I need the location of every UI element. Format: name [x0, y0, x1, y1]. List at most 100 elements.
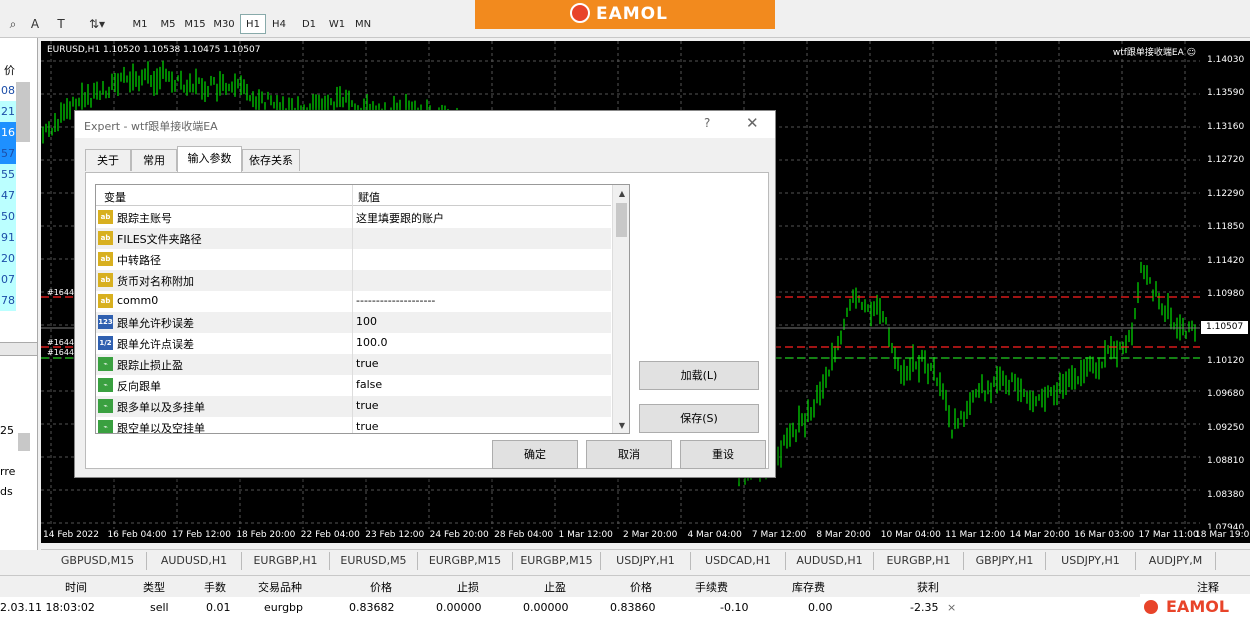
- market-watch-bid[interactable]: 07: [0, 269, 16, 290]
- param-row[interactable]: ab comm0 --------------------: [96, 291, 611, 312]
- col-symbol[interactable]: 交易品种: [258, 579, 302, 595]
- col-commission[interactable]: 手续费: [695, 579, 728, 595]
- reset-button[interactable]: 重设: [680, 440, 766, 469]
- param-value[interactable]: 这里填要跟的账户: [356, 210, 444, 226]
- order-label[interactable]: #1644: [47, 338, 74, 347]
- dialog-tab[interactable]: 关于: [85, 149, 131, 171]
- market-watch-bid[interactable]: 47: [0, 185, 16, 206]
- col-type[interactable]: 类型: [143, 579, 165, 595]
- param-row[interactable]: ab 跟踪主账号 这里填要跟的账户: [96, 207, 611, 228]
- timeframe-h4-button[interactable]: H4: [266, 14, 292, 34]
- dialog-titlebar[interactable]: Expert - wtf跟单接收端EA ? ✕: [75, 111, 775, 138]
- chart-tab[interactable]: USDJPY,H1: [1046, 552, 1136, 570]
- market-watch-bid[interactable]: 16: [0, 122, 16, 143]
- param-value[interactable]: 100.0: [356, 336, 388, 349]
- chart-tab[interactable]: EURGBP,M15: [513, 552, 601, 570]
- param-row[interactable]: ab FILES文件夹路径: [96, 228, 611, 249]
- table-row[interactable]: 2.03.11 18:03:02 sell 0.01 eurgbp 0.8368…: [0, 597, 1250, 619]
- navigator-item[interactable]: rre: [0, 461, 20, 482]
- time-tick: 4 Mar 04:00: [687, 530, 742, 540]
- ok-button[interactable]: 确定: [492, 440, 578, 469]
- col-current-price[interactable]: 价格: [630, 579, 652, 595]
- col-swap[interactable]: 库存费: [792, 579, 825, 595]
- grid-cell-divider: [352, 228, 353, 249]
- timeframe-w1-button[interactable]: W1: [324, 14, 350, 34]
- market-watch-bid[interactable]: 91: [0, 227, 16, 248]
- chart-tab[interactable]: USDJPY,H1: [601, 552, 691, 570]
- market-watch-scrollbar[interactable]: [16, 82, 30, 142]
- scroll-thumb[interactable]: [616, 203, 627, 237]
- save-button[interactable]: 保存(S): [639, 404, 759, 433]
- market-watch-bid[interactable]: 55: [0, 164, 16, 185]
- timeframe-mn-button[interactable]: MN: [350, 14, 376, 34]
- chart-tab[interactable]: AUDUSD,H1: [786, 552, 874, 570]
- grid-scrollbar[interactable]: ▲ ▼: [612, 185, 629, 433]
- col-sl[interactable]: 止损: [457, 579, 479, 595]
- market-watch-bid[interactable]: 20: [0, 248, 16, 269]
- chart-tab[interactable]: AUDUSD,H1: [147, 552, 242, 570]
- current-price-marker: 1.10507: [1201, 321, 1248, 334]
- param-row[interactable]: ⌁ 跟多单以及多挂单 true: [96, 396, 611, 417]
- timeframe-m5-button[interactable]: M5: [155, 14, 181, 34]
- chart-tab[interactable]: USDCAD,H1: [691, 552, 786, 570]
- timeframe-m15-button[interactable]: M15: [182, 14, 208, 34]
- col-time[interactable]: 时间: [65, 579, 87, 595]
- col-comment[interactable]: 注释: [1197, 579, 1219, 595]
- close-position-icon[interactable]: ×: [947, 601, 956, 614]
- load-button[interactable]: 加载(L): [639, 361, 759, 390]
- market-watch-bid[interactable]: 57: [0, 143, 16, 164]
- chart-tab[interactable]: EURGBP,H1: [874, 552, 964, 570]
- market-watch-bid[interactable]: 50: [0, 206, 16, 227]
- dialog-tab[interactable]: 输入参数: [177, 146, 242, 172]
- scroll-up-icon[interactable]: ▲: [614, 186, 629, 202]
- market-watch-bid[interactable]: 08: [0, 80, 16, 101]
- col-price[interactable]: 价格: [370, 579, 392, 595]
- chart-tab[interactable]: EURGBP,M15: [418, 552, 513, 570]
- param-value[interactable]: 100: [356, 315, 377, 328]
- param-row[interactable]: ⌁ 跟空单以及空挂单 true: [96, 417, 611, 433]
- order-label[interactable]: #1644: [47, 288, 74, 297]
- navigator-item[interactable]: 25: [0, 420, 20, 441]
- col-lots[interactable]: 手数: [204, 579, 226, 595]
- number-type-icon: 1/2: [98, 336, 113, 350]
- chart-tab[interactable]: EURGBP,H1: [242, 552, 330, 570]
- timeframe-m30-button[interactable]: M30: [211, 14, 237, 34]
- text-label-icon[interactable]: T: [52, 15, 70, 33]
- timeframe-m1-button[interactable]: M1: [127, 14, 153, 34]
- chart-tab[interactable]: GBPUSD,M15: [49, 552, 147, 570]
- search-icon[interactable]: ⌕: [4, 15, 22, 33]
- param-row[interactable]: ab 中转路径: [96, 249, 611, 270]
- timeframe-h1-button[interactable]: H1: [240, 14, 266, 34]
- col-tp[interactable]: 止盈: [544, 579, 566, 595]
- scroll-down-icon[interactable]: ▼: [614, 418, 629, 433]
- param-row[interactable]: 1/2 跟单允许点误差 100.0: [96, 333, 611, 354]
- cancel-button[interactable]: 取消: [586, 440, 672, 469]
- bool-type-icon: ⌁: [98, 399, 113, 413]
- param-row[interactable]: ab 货币对名称附加: [96, 270, 611, 291]
- grid-header-variable[interactable]: 变量: [104, 189, 126, 205]
- arrows-icon[interactable]: ⇅▾: [84, 15, 110, 33]
- chart-tab[interactable]: EURUSD,M5: [330, 552, 418, 570]
- param-value[interactable]: true: [356, 357, 379, 370]
- grid-header-value[interactable]: 赋值: [358, 189, 380, 205]
- chart-tab[interactable]: GBPJPY,H1: [964, 552, 1046, 570]
- market-watch-bid[interactable]: 21: [0, 101, 16, 122]
- param-value[interactable]: true: [356, 420, 379, 433]
- help-icon[interactable]: ?: [704, 116, 710, 130]
- param-value[interactable]: true: [356, 399, 379, 412]
- param-value[interactable]: --------------------: [356, 294, 435, 307]
- param-row[interactable]: ⌁ 跟踪止损止盈 true: [96, 354, 611, 375]
- dialog-tab[interactable]: 常用: [131, 149, 177, 171]
- param-row[interactable]: ⌁ 反向跟单 false: [96, 375, 611, 396]
- col-profit[interactable]: 获利: [917, 579, 939, 595]
- order-label[interactable]: #1644: [47, 348, 74, 357]
- close-icon[interactable]: ✕: [746, 114, 759, 132]
- market-watch-bid[interactable]: 78: [0, 290, 16, 311]
- param-value[interactable]: false: [356, 378, 382, 391]
- text-tool-icon[interactable]: A: [26, 15, 44, 33]
- dialog-tab[interactable]: 依存关系: [242, 149, 300, 171]
- navigator-item[interactable]: ds: [0, 481, 20, 502]
- param-row[interactable]: 123 跟单允许秒误差 100: [96, 312, 611, 333]
- chart-tab[interactable]: AUDJPY,M: [1136, 552, 1216, 570]
- timeframe-d1-button[interactable]: D1: [296, 14, 322, 34]
